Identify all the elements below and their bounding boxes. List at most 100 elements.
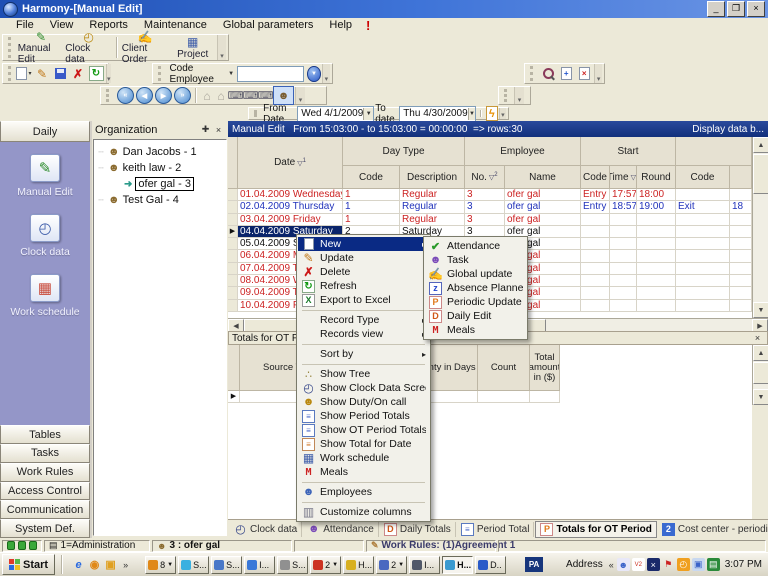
scroll-down-icon[interactable]: ▼ <box>753 302 768 318</box>
totals-vertical-scrollbar[interactable]: ▲ ▼ <box>752 345 768 405</box>
cell-sc[interactable] <box>581 300 610 312</box>
chevron-collapse-icon[interactable]: « <box>609 560 614 570</box>
filter-icon[interactable]: ▽2 <box>489 172 498 181</box>
context-menu-item-show-ot-period-totals[interactable]: Show OT Period Totals <box>298 423 429 437</box>
taskbar-button-4[interactable]: S... <box>277 556 308 574</box>
cell-rd[interactable] <box>637 263 676 275</box>
totals-cell[interactable] <box>478 391 530 403</box>
context-menu-item-show-period-totals[interactable]: Show Period Totals <box>298 409 429 423</box>
cell-st[interactable]: 18:57 <box>610 201 637 213</box>
close-button[interactable]: × <box>747 1 765 17</box>
tab-period-total[interactable]: Period Total <box>457 522 535 537</box>
cell-date[interactable]: 01.04.2009 Wednesday <box>238 189 343 201</box>
flag-tray-icon[interactable]: ⚑ <box>662 558 675 571</box>
taskbar-button-3[interactable]: I... <box>244 556 275 574</box>
sidebar-group-access-control[interactable]: Access Control <box>0 482 90 501</box>
cell-st[interactable] <box>610 287 637 299</box>
cell-sc[interactable] <box>581 214 610 226</box>
submenu-item-periodic-update[interactable]: Periodic Update <box>425 295 526 309</box>
table-row[interactable]: 02.04.2009 Thursday1Regular3ofer galEntr… <box>228 201 752 213</box>
cell-sc[interactable] <box>581 263 610 275</box>
alert-exclamation-icon[interactable]: ! <box>366 18 370 33</box>
taskbar-button-1[interactable]: S... <box>178 556 209 574</box>
context-menu-item-meals[interactable]: Meals <box>298 465 429 479</box>
cell-st[interactable] <box>610 263 637 275</box>
toolbar-overflow-chevron[interactable]: ▾ <box>106 64 111 83</box>
toolbar-drag-handle[interactable] <box>254 110 259 117</box>
sidebar-item-work-schedule[interactable]: Work schedule <box>10 274 79 318</box>
taskbar-button-8[interactable]: I... <box>409 556 440 574</box>
column-group-start[interactable]: Start <box>581 137 676 166</box>
ie-icon[interactable]: e <box>72 558 85 571</box>
cell-rd[interactable] <box>637 287 676 299</box>
tab-attendance[interactable]: Attendance <box>303 522 379 537</box>
toolbar-drag-handle[interactable] <box>106 89 112 102</box>
cell-dd[interactable]: Regular <box>400 201 465 213</box>
cell-et[interactable] <box>730 226 752 238</box>
pin-icon[interactable]: ✚ <box>199 123 212 136</box>
cell-sc[interactable] <box>581 250 610 262</box>
sidebar-item-clock-data[interactable]: Clock data <box>20 214 70 258</box>
to-date-select[interactable]: Thu 4/30/2009 ▼ <box>399 106 476 122</box>
taskbar-button-2[interactable]: S... <box>211 556 242 574</box>
column-header-code[interactable]: Code <box>343 166 400 189</box>
column-header-description[interactable]: Description <box>400 166 465 189</box>
column-group-end[interactable] <box>676 137 752 166</box>
context-menu-item-records-view[interactable]: Records view▸ <box>298 327 429 341</box>
column-header-name[interactable]: Name <box>505 166 581 189</box>
submenu-item-meals[interactable]: Meals <box>425 323 526 337</box>
totals-column-total-amount-in[interactable]: Total amount in ($) <box>530 345 560 391</box>
submenu-item-daily-edit[interactable]: Daily Edit <box>425 309 526 323</box>
cell-ec[interactable] <box>676 263 730 275</box>
last-record-icon[interactable]: » <box>174 87 191 104</box>
cell-st[interactable] <box>610 250 637 262</box>
submenu-item-global-update[interactable]: Global update <box>425 267 526 281</box>
context-menu-item-refresh[interactable]: Refresh <box>298 279 429 293</box>
column-header-blank[interactable] <box>730 166 752 189</box>
apps-tray-icon[interactable]: ▣ <box>692 558 705 571</box>
cell-nm[interactable]: ofer gal <box>505 189 581 201</box>
delete-button[interactable] <box>69 65 87 82</box>
factory-icon[interactable]: ⌂ <box>200 89 214 103</box>
cell-et[interactable] <box>730 287 752 299</box>
toolbar-overflow-chevron[interactable]: ▾ <box>322 64 330 83</box>
cell-et[interactable] <box>730 275 752 287</box>
cell-ec[interactable] <box>676 238 730 250</box>
cell-ec[interactable] <box>676 275 730 287</box>
scrollbar-thumb[interactable] <box>753 362 768 384</box>
cell-date[interactable]: 02.04.2009 Thursday <box>238 201 343 213</box>
cell-ec[interactable] <box>676 226 730 238</box>
cell-ec[interactable] <box>676 189 730 201</box>
context-menu-item-show-total-for-date[interactable]: Show Total for Date <box>298 437 429 451</box>
cell-sc[interactable]: Entry <box>581 189 610 201</box>
toolbar-drag-handle[interactable] <box>8 66 11 81</box>
grid-vertical-scrollbar[interactable]: ▲ ▼ <box>752 137 768 318</box>
scroll-up-icon[interactable]: ▲ <box>753 137 768 153</box>
tab-daily-totals[interactable]: Daily Totals <box>380 522 456 537</box>
sidebar-item-manual-edit[interactable]: Manual Edit <box>17 154 72 198</box>
context-menu-item-work-schedule[interactable]: Work schedule <box>298 451 429 465</box>
sidebar-group-system-def[interactable]: System Def. <box>0 519 90 538</box>
tree-item-ofer-gal-3[interactable]: ➜ofer gal - 3 <box>94 176 226 192</box>
cell-et[interactable] <box>730 250 752 262</box>
column-header-round[interactable]: Round <box>637 166 676 189</box>
factory2-icon[interactable]: ⌂ <box>214 89 228 103</box>
cell-rd[interactable]: 19:00 <box>637 201 676 213</box>
from-date-select[interactable]: Wed 4/1/2009 ▼ <box>297 106 374 122</box>
submenu-item-attendance[interactable]: Attendance <box>425 239 526 253</box>
cell-et[interactable] <box>730 214 752 226</box>
scroll-down-icon[interactable]: ▼ <box>753 389 768 405</box>
next-record-icon[interactable]: ▶ <box>155 87 172 104</box>
user-tray-icon[interactable]: ☻ <box>617 558 630 571</box>
terminal1-icon[interactable]: ⌨ <box>228 89 243 103</box>
cell-sc[interactable] <box>581 238 610 250</box>
toolbar-button-clock-data[interactable]: Clock data <box>65 35 112 60</box>
cell-dc[interactable]: 1 <box>343 189 400 201</box>
taskbar-button-10[interactable]: D.. <box>475 556 506 574</box>
context-menu-item-export-to-excel[interactable]: Export to Excel <box>298 293 429 307</box>
refresh-button[interactable] <box>87 65 105 82</box>
context-menu-item-record-type[interactable]: Record Type▸ <box>298 313 429 327</box>
start-button[interactable]: Start <box>2 554 55 575</box>
restore-button[interactable]: ❐ <box>727 1 745 17</box>
prev-record-icon[interactable]: ◀ <box>136 87 153 104</box>
